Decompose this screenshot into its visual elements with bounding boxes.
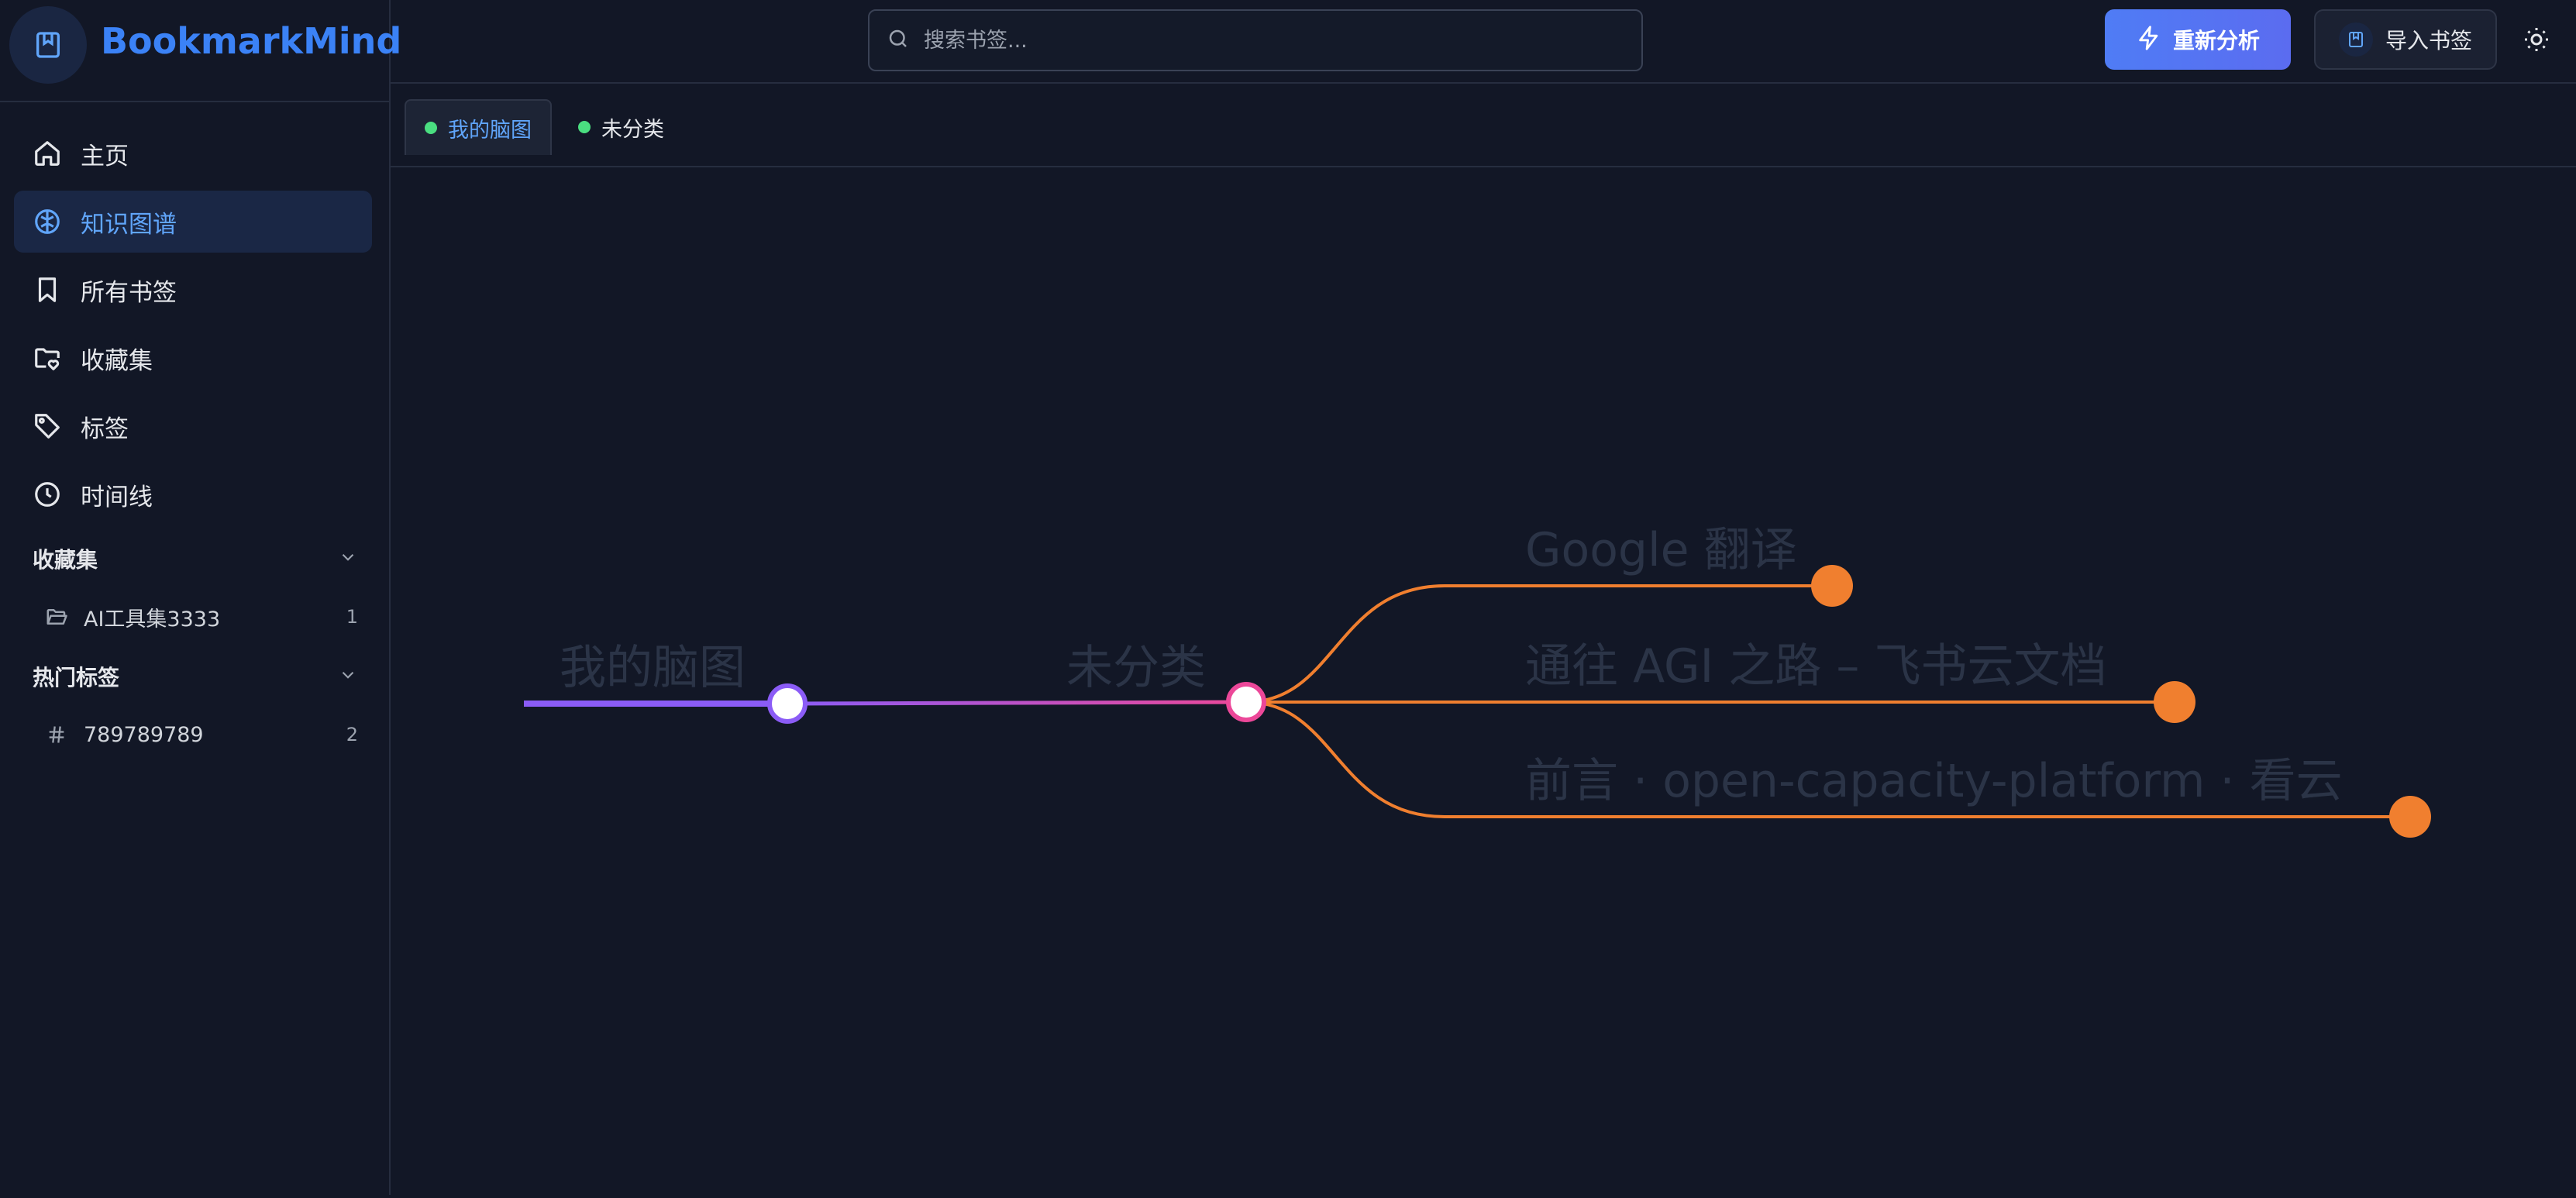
- collection-label: AI工具集3333: [84, 607, 221, 632]
- status-dot: [578, 121, 591, 133]
- brain-icon: [31, 205, 64, 238]
- sun-icon: [2523, 26, 2550, 57]
- search-icon: [887, 27, 910, 53]
- nav-item-label: 所有书签: [81, 278, 177, 307]
- folder-heart-icon: [31, 342, 64, 374]
- node-label-child: 未分类: [1066, 641, 1206, 695]
- nav-item-label: 时间线: [81, 483, 153, 511]
- node-label-leaf: Google 翻译: [1525, 523, 1797, 577]
- tags-section-header[interactable]: 热门标签: [33, 657, 358, 696]
- hash-icon: [43, 721, 70, 748]
- collection-item[interactable]: AI工具集3333 1: [43, 595, 358, 639]
- nav-item-label: 标签: [81, 415, 129, 443]
- tab-label: 未分类: [601, 117, 664, 142]
- reanalyze-button[interactable]: 重新分析: [2105, 9, 2291, 70]
- search-box[interactable]: [868, 9, 1643, 71]
- tag-label: 789789789: [84, 722, 204, 747]
- leaf-node[interactable]: [2154, 681, 2195, 723]
- nav-item-tags[interactable]: 标签: [14, 395, 372, 457]
- reanalyze-label: 重新分析: [2172, 28, 2260, 53]
- import-bookmarks-button[interactable]: 导入书签: [2314, 9, 2497, 70]
- nav-item-collections[interactable]: 收藏集: [14, 327, 372, 389]
- theme-toggle-button[interactable]: [2517, 22, 2556, 60]
- bookmark-book-icon: [2338, 22, 2373, 57]
- nav-item-timeline[interactable]: 时间线: [14, 463, 372, 525]
- root-child-link: [787, 700, 1247, 706]
- bookmark-book-icon[interactable]: [9, 6, 87, 84]
- top-bar: 重新分析 导入书签: [391, 0, 2576, 84]
- brand-name[interactable]: BookmarkMind: [101, 20, 401, 62]
- home-icon: [31, 137, 64, 170]
- search-input[interactable]: [922, 27, 1607, 53]
- section-title: 热门标签: [33, 665, 120, 690]
- tab-bar: 我的脑图 未分类: [391, 84, 2576, 167]
- tag-count: 2: [346, 724, 358, 745]
- node-label-root: 我的脑图: [560, 641, 746, 695]
- tab-uncategorized[interactable]: 未分类: [560, 99, 683, 155]
- lightning-icon: [2136, 25, 2162, 54]
- node-label-leaf: 通往 AGI 之路 – 飞书云文档: [1525, 639, 2106, 694]
- tag-icon: [31, 410, 64, 442]
- nav-item-all-bookmarks[interactable]: 所有书签: [14, 259, 372, 321]
- chevron-down-icon[interactable]: [338, 665, 358, 688]
- clock-icon: [31, 478, 64, 511]
- section-title: 收藏集: [33, 547, 98, 573]
- tab-label: 我的脑图: [448, 118, 532, 143]
- mindmap-svg: 我的脑图 未分类 Google 翻译 通往 AGI 之路 – 飞书云文档 前言 …: [524, 523, 2431, 838]
- mindmap-canvas[interactable]: 我的脑图 未分类 Google 翻译 通往 AGI 之路 – 飞书云文档 前言 …: [391, 167, 2576, 1195]
- nav-item-label: 主页: [81, 142, 129, 170]
- child-node[interactable]: [1226, 682, 1266, 722]
- leaf-node[interactable]: [1811, 565, 1853, 607]
- leaf-node[interactable]: [2389, 796, 2431, 838]
- tab-my-mindmap[interactable]: 我的脑图: [405, 99, 552, 155]
- collections-section-header[interactable]: 收藏集: [33, 539, 358, 578]
- root-node[interactable]: [767, 683, 808, 724]
- bookmark-icon: [31, 274, 64, 306]
- chevron-down-icon[interactable]: [338, 547, 358, 570]
- node-label-leaf: 前言 · open-capacity-platform · 看云: [1525, 754, 2343, 808]
- nav-item-label: 知识图谱: [81, 210, 177, 239]
- nav-item-home[interactable]: 主页: [14, 122, 372, 184]
- nav-item-knowledge-graph[interactable]: 知识图谱: [14, 191, 372, 253]
- collection-count: 1: [346, 606, 358, 628]
- status-dot: [425, 122, 437, 134]
- sidebar: BookmarkMind 主页 知识图谱 所有书签 收藏集 标签 时间线 收藏集…: [0, 0, 401, 1195]
- import-label: 导入书签: [2385, 28, 2472, 53]
- nav-item-label: 收藏集: [81, 346, 153, 375]
- tag-item[interactable]: 789789789 2: [43, 713, 358, 756]
- folder-open-icon: [43, 604, 70, 630]
- brand-header: BookmarkMind: [0, 0, 401, 102]
